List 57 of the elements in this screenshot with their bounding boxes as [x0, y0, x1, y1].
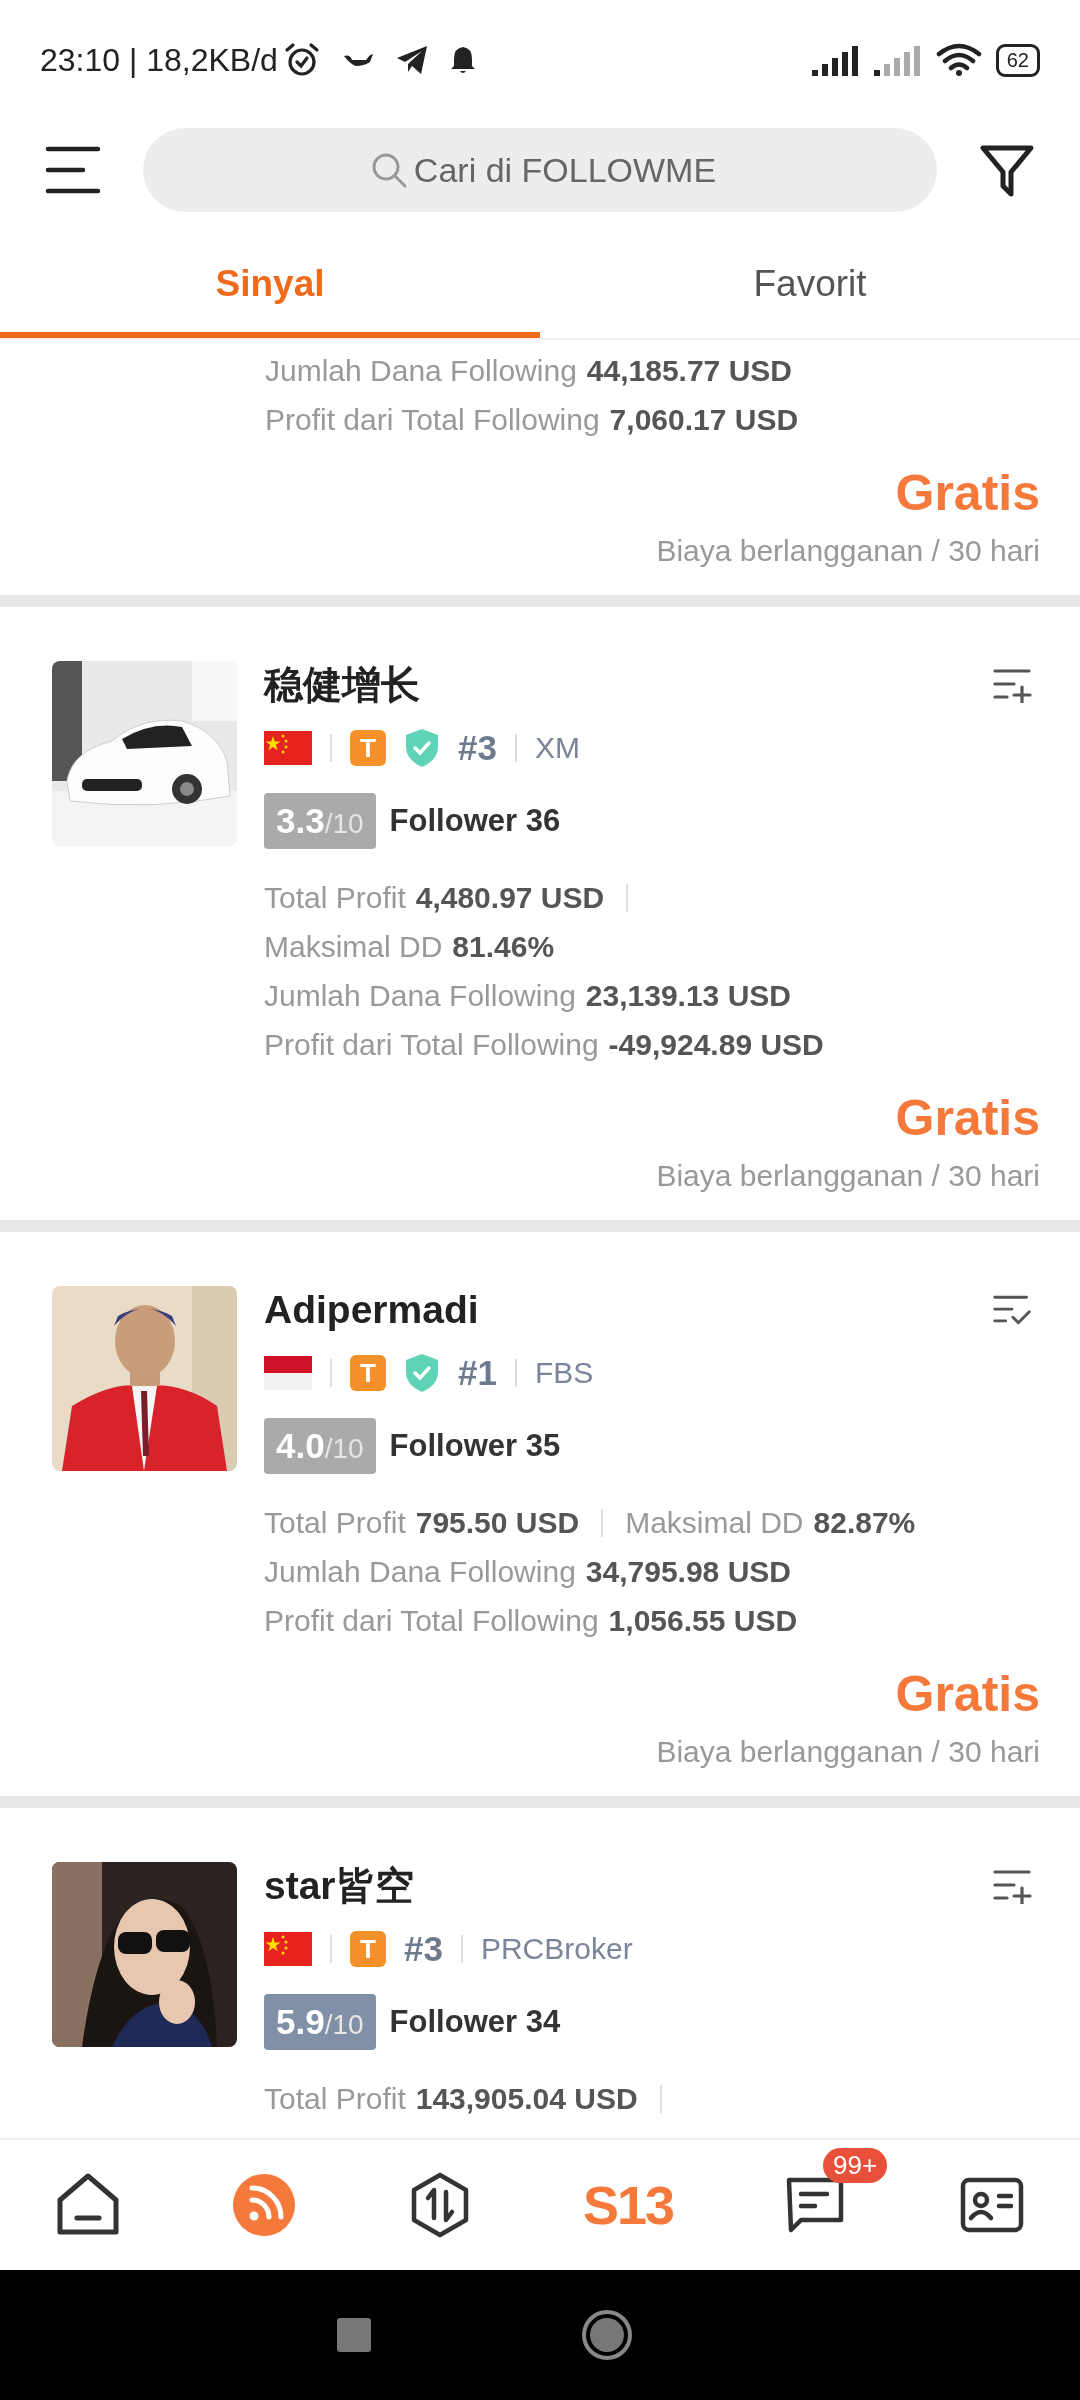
wifi-icon [935, 43, 982, 77]
follower-count: Follower 34 [389, 2004, 561, 2040]
signal-icon [811, 44, 860, 76]
feed-icon[interactable] [230, 2172, 297, 2238]
price-text: Gratis [895, 1089, 1040, 1148]
signal-card[interactable]: star皆空 T #3 PRCBroker 5.9/10 Follower 34 Total Profit 143,905.04 USD [0, 1808, 1080, 2138]
stat-text: Total Profit 795.50 USD [264, 1505, 580, 1540]
score-badge: 4.0/10 [264, 1418, 376, 1474]
stat-text: Profit dari Total Following 1,056.55 USD [264, 1603, 798, 1638]
follower-count: Follower 35 [389, 1428, 561, 1464]
notification-badge: 99+ [823, 2148, 888, 2183]
trader-name: star皆空 [264, 1863, 414, 1909]
tab[interactable]: Favorit [540, 220, 1080, 338]
stat-text: Profit dari Total Following -49,924.89 USD [264, 1027, 824, 1062]
stat-text: Total Profit 4,480.97 USD [264, 880, 605, 915]
tier-badge: T [350, 1931, 386, 1967]
signal-icon [873, 44, 922, 76]
stat-text: Jumlah Dana Following 23,139.13 USD [264, 978, 791, 1013]
bell-icon [449, 45, 476, 75]
rank-text: #3 [404, 1929, 443, 1969]
stat-text: Jumlah Dana Following 44,185.77 USD [265, 353, 792, 388]
broker-name: FBS [534, 1356, 594, 1390]
battery-indicator: 62 [995, 43, 1040, 77]
score-badge: 5.9/10 [264, 1994, 376, 2050]
tier-badge: T [350, 1355, 386, 1391]
alarm-icon [283, 42, 320, 78]
signal-card[interactable]: 稳健增长 T #3 XM 3.3/10 Follower 36 Total Profit 4,480.97 USD Maksimal DD 81.46% Jumlah Dana Following 23,139.13 USD Profit dari Total Following -49,924.89 USD Gratis Biaya berlangganan / 30 hari [0, 607, 1080, 1220]
menu-icon[interactable] [45, 145, 101, 195]
trader-name: Adipermadi [264, 1287, 479, 1333]
price-text: Gratis [895, 1665, 1040, 1724]
score-badge: 3.3/10 [264, 793, 376, 849]
stat-text: Maksimal DD 82.87% [625, 1505, 916, 1540]
broker-name: XM [534, 731, 580, 765]
rank-text: #3 [458, 728, 497, 768]
follower-count: Follower 36 [389, 803, 561, 839]
price-text: Gratis [895, 464, 1040, 523]
home-icon[interactable] [55, 2172, 121, 2238]
trader-name: 稳健增长 [264, 662, 420, 708]
stat-text: Maksimal DD 81.46% [264, 929, 555, 964]
stat-text: Profit dari Total Following 7,060.17 USD [265, 402, 799, 437]
tier-badge: T [350, 730, 386, 766]
search-icon [370, 151, 408, 189]
add-to-list-icon[interactable] [992, 1868, 1032, 1904]
add-to-list-icon[interactable] [992, 667, 1032, 703]
stat-text: Jumlah Dana Following 34,795.98 USD [264, 1554, 791, 1589]
subscription-note: Biaya berlangganan / 30 hari [656, 1158, 1040, 1194]
signal-card[interactable]: Jumlah Dana Following 44,185.77 USD Profit dari Total Following 7,060.17 USD Gratis Biaya berlangganan / 30 hari [0, 340, 1080, 595]
telegram-icon [395, 45, 428, 75]
subscription-note: Biaya berlangganan / 30 hari [656, 533, 1040, 569]
stat-text: Total Profit 143,905.04 USD [264, 2081, 638, 2116]
status-time: 23:10 | 18,2KB/d [40, 41, 278, 79]
subscription-note: Biaya berlangganan / 30 hari [656, 1734, 1040, 1770]
signal-card[interactable]: Adipermadi T #1 FBS 4.0/10 Follower 35 Total Profit 795.50 USD Maksimal DD 82.87% Jumlah Dana Following 34,795.98 USD Profit dari Total Following 1,056.55 USD Gratis Biaya berlangganan / 30 hari [0, 1232, 1080, 1796]
broker-name: PRCBroker [480, 1932, 633, 1966]
rank-text: #1 [458, 1353, 497, 1393]
home-button-icon[interactable] [581, 2309, 633, 2361]
search-field[interactable]: Cari di FOLLOWME [143, 128, 937, 212]
